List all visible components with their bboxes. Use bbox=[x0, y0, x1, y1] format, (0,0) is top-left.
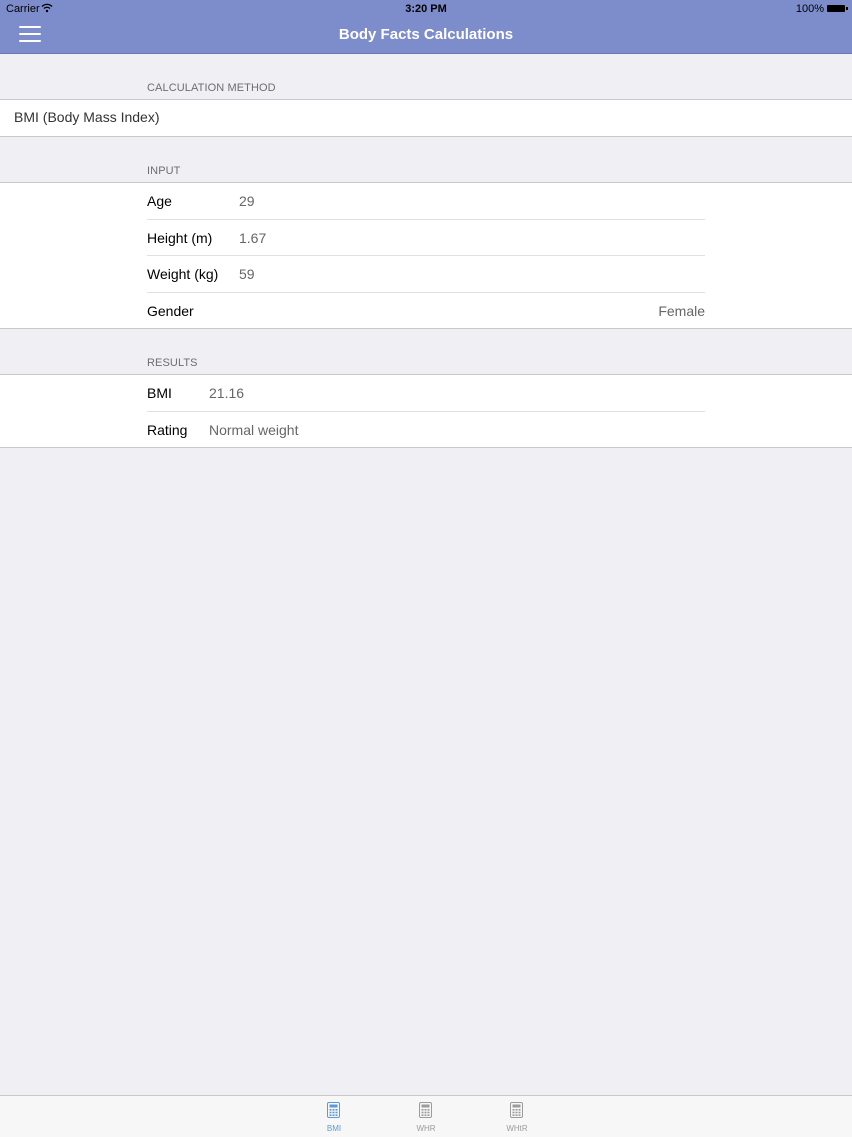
bmi-label: BMI bbox=[147, 385, 172, 401]
tab-whtr-label: WHtR bbox=[506, 1124, 528, 1133]
bmi-value: 21.16 bbox=[209, 385, 245, 401]
calculation-method-group: BMI (Body Mass Index) bbox=[0, 99, 852, 137]
input-row-height[interactable]: Height (m) 1.67 bbox=[0, 220, 852, 256]
calculator-icon bbox=[419, 1102, 432, 1118]
weight-label: Weight (kg) bbox=[147, 266, 219, 282]
calculator-icon bbox=[327, 1102, 340, 1118]
status-time: 3:20 PM bbox=[405, 3, 447, 15]
height-label: Height (m) bbox=[147, 230, 213, 246]
age-input[interactable]: 29 bbox=[239, 193, 255, 209]
rating-label: Rating bbox=[147, 422, 188, 438]
battery-icon bbox=[827, 5, 848, 12]
tab-bar: BMI WHR WHtR bbox=[0, 1095, 852, 1137]
results-group: BMI 21.16 Rating Normal weight bbox=[0, 374, 852, 448]
result-row-rating: Rating Normal weight bbox=[0, 412, 852, 448]
header: Carrier 3:20 PM 100% Body Facts Calculat… bbox=[0, 0, 852, 54]
section-header-input: INPUT bbox=[147, 165, 181, 177]
age-label: Age bbox=[147, 193, 172, 209]
result-row-bmi: BMI 21.16 bbox=[0, 375, 852, 411]
calculator-icon bbox=[510, 1102, 523, 1118]
section-header-calculation-method: CALCULATION METHOD bbox=[147, 82, 276, 94]
input-group: Age 29 Height (m) 1.67 Weight (kg) 59 Ge… bbox=[0, 182, 852, 329]
page-title: Body Facts Calculations bbox=[338, 26, 514, 43]
input-row-gender[interactable]: Gender Female bbox=[0, 293, 852, 329]
height-input[interactable]: 1.67 bbox=[239, 230, 266, 246]
rating-value: Normal weight bbox=[209, 422, 299, 438]
battery-percent: 100% bbox=[795, 3, 824, 15]
input-row-weight[interactable]: Weight (kg) 59 bbox=[0, 256, 852, 292]
tab-whr[interactable]: WHR bbox=[396, 1096, 456, 1137]
weight-input[interactable]: 59 bbox=[239, 266, 255, 282]
section-header-results: RESULTS bbox=[147, 357, 198, 369]
input-row-age[interactable]: Age 29 bbox=[0, 183, 852, 219]
calculation-method-value: BMI (Body Mass Index) bbox=[14, 109, 160, 125]
status-bar: Carrier 3:20 PM 100% bbox=[0, 0, 852, 18]
gender-label: Gender bbox=[147, 303, 194, 319]
tab-bmi[interactable]: BMI bbox=[304, 1096, 364, 1137]
nav-bar: Body Facts Calculations bbox=[0, 18, 852, 53]
calculation-method-row[interactable]: BMI (Body Mass Index) bbox=[0, 100, 852, 136]
tab-whtr[interactable]: WHtR bbox=[487, 1096, 547, 1137]
tab-whr-label: WHR bbox=[416, 1124, 436, 1133]
gender-selector[interactable]: Female bbox=[658, 303, 705, 319]
tab-bmi-label: BMI bbox=[326, 1124, 342, 1133]
